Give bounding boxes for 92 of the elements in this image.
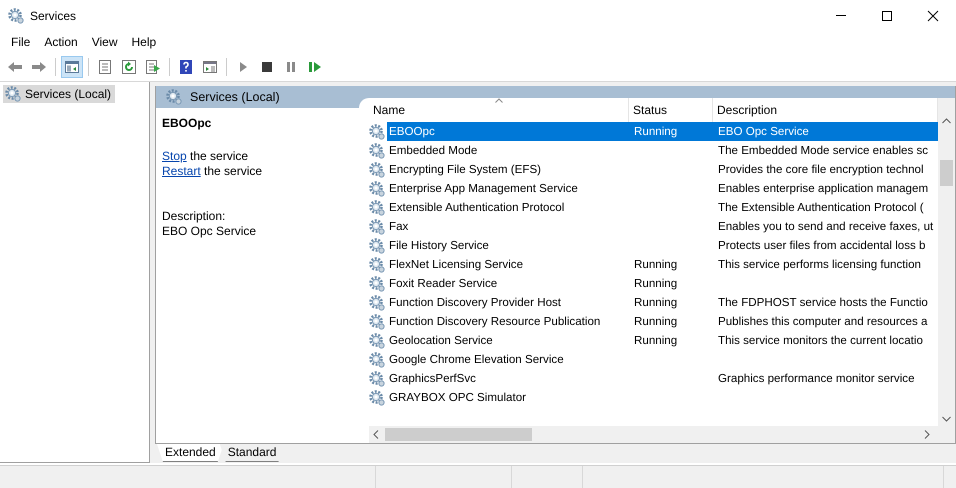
table-cell-text: Fax <box>388 219 410 235</box>
gear-icon <box>369 332 385 348</box>
horizontal-scrollbar[interactable] <box>369 426 955 443</box>
menu-item[interactable]: File <box>4 35 38 49</box>
service-name: EBOOpc <box>162 116 212 131</box>
table-cell-text: Google Chrome Elevation Service <box>388 352 565 368</box>
table-cell: EBO Opc Service <box>713 122 938 141</box>
table-cell-text: Running <box>633 257 678 273</box>
service-row[interactable]: Enterprise App Management Service Enables enterprise application managem <box>369 179 938 198</box>
table-cell-text: Function Discovery Provider Host <box>388 295 562 311</box>
close-icon[interactable] <box>927 10 939 22</box>
table-cell-text: Protects user files from accidental loss b <box>717 238 926 254</box>
table-cell-text: The Extensible Authentication Protocol ( <box>717 200 925 216</box>
table-cell-text: The Embedded Mode service enables sc <box>717 143 930 159</box>
scroll-right-icon[interactable] <box>924 430 930 439</box>
table-cell-text: Function Discovery Resource Publication <box>388 314 602 330</box>
menu-item[interactable]: Help <box>124 35 164 49</box>
table-cell-text: Encrypting File System (EFS) <box>388 162 542 178</box>
scrollbar-thumb[interactable] <box>940 160 953 186</box>
table-cell: EBOOpc <box>387 122 629 141</box>
service-row[interactable]: GRAYBOX OPC Simulator <box>369 388 938 407</box>
scroll-down-icon[interactable] <box>942 416 951 422</box>
gear-icon <box>369 162 385 178</box>
table-cell-text: The FDPHOST service hosts the Functio <box>717 295 929 311</box>
gear-icon <box>369 370 385 386</box>
action-sentence: Restart the service <box>162 164 264 179</box>
gear-icon <box>369 142 385 158</box>
table-cell-text: This service monitors the current locatio <box>717 333 924 349</box>
gear-icon <box>369 124 385 140</box>
service-row[interactable]: GraphicsPerfSvc Graphics performance monitor service <box>369 369 938 388</box>
gear-icon <box>8 8 24 24</box>
table-cell-text: Graphics performance monitor service <box>717 371 916 387</box>
table-cell-text: Running <box>633 295 678 311</box>
service-row[interactable]: File History Service Protects user files from accidental loss b <box>369 236 938 255</box>
table-cell-text: Enterprise App Management Service <box>388 181 579 197</box>
table-cell-text: Publishes this computer and resources a <box>717 314 928 330</box>
pane-title: Services (Local) <box>190 90 280 104</box>
menu-item[interactable]: View <box>84 35 124 49</box>
vertical-scrollbar[interactable] <box>938 98 955 426</box>
action-sentence: Stop the service <box>162 149 250 164</box>
gear-icon <box>369 390 385 406</box>
table-cell-text: Running <box>633 276 678 292</box>
service-row[interactable]: Function Discovery Resource Publication Running Publishes this computer and resources a <box>369 312 938 331</box>
table-cell-text: This service performs licensing function <box>717 257 922 273</box>
table-cell-text: Enables enterprise application managem <box>717 181 930 197</box>
table-cell-text: GRAYBOX OPC Simulator <box>388 390 528 406</box>
service-row[interactable]: Embedded Mode The Embedded Mode service enables sc <box>369 141 938 160</box>
table-cell-text: FlexNet Licensing Service <box>388 257 524 273</box>
table-cell-text: Enables you to send and receive faxes, ut <box>717 219 934 235</box>
service-row[interactable]: EBOOpc Running EBO Opc Service <box>369 122 938 141</box>
action-link[interactable]: Restart <box>162 164 201 178</box>
service-row[interactable]: Geolocation Service Running This service monitors the current locatio <box>369 331 938 350</box>
table-cell-text: Embedded Mode <box>388 143 478 159</box>
table-cell-text: GraphicsPerfSvc <box>388 371 477 387</box>
gear-icon <box>369 200 385 216</box>
table-cell-text: File History Service <box>388 238 490 254</box>
table-cell: Running <box>629 122 713 141</box>
gear-icon <box>369 276 385 292</box>
maximize-icon[interactable] <box>881 10 893 22</box>
gear-icon <box>369 314 385 330</box>
menu-item[interactable]: Action <box>37 35 85 49</box>
gear-icon <box>369 256 385 272</box>
table-cell-text: Running <box>633 333 678 349</box>
table-cell-text: Running <box>633 314 678 330</box>
scrollbar-thumb[interactable] <box>385 428 532 441</box>
service-row[interactable]: Google Chrome Elevation Service <box>369 350 938 369</box>
view-tab[interactable]: Extended <box>157 444 224 462</box>
table-cell-text: Provides the core file encryption technol <box>717 162 925 178</box>
service-row[interactable]: Extensible Authentication Protocol The Extensible Authentication Protocol ( <box>369 198 938 217</box>
table-cell-text: Geolocation Service <box>388 333 494 349</box>
table-cell-text: Extensible Authentication Protocol <box>388 200 566 216</box>
gear-icon <box>369 218 385 234</box>
service-row[interactable]: FlexNet Licensing Service Running This service performs licensing function <box>369 255 938 274</box>
table-cell-text: Foxit Reader Service <box>388 276 498 292</box>
gear-icon <box>166 89 182 105</box>
service-row[interactable]: Foxit Reader Service Running <box>369 274 938 293</box>
service-row[interactable]: Function Discovery Provider Host Running The FDPHOST service hosts the Functio <box>369 293 938 312</box>
scroll-left-icon[interactable] <box>373 430 379 439</box>
gear-icon <box>369 238 385 254</box>
action-link[interactable]: Stop <box>162 149 187 163</box>
gear-icon <box>5 86 21 102</box>
service-row[interactable]: Fax Enables you to send and receive faxes, ut <box>369 217 938 236</box>
description-label: Description: <box>162 209 226 224</box>
service-row[interactable]: Encrypting File System (EFS) Provides the core file encryption technol <box>369 160 938 179</box>
gear-icon <box>369 180 385 196</box>
scroll-up-icon[interactable] <box>942 118 951 124</box>
window-title: Services <box>30 9 76 23</box>
gear-icon <box>369 352 385 368</box>
gear-icon <box>369 294 385 310</box>
sort-caret-icon <box>495 98 503 103</box>
service-description: EBO Opc Service <box>162 224 258 239</box>
tree-item[interactable]: Services (Local) <box>3 85 116 103</box>
